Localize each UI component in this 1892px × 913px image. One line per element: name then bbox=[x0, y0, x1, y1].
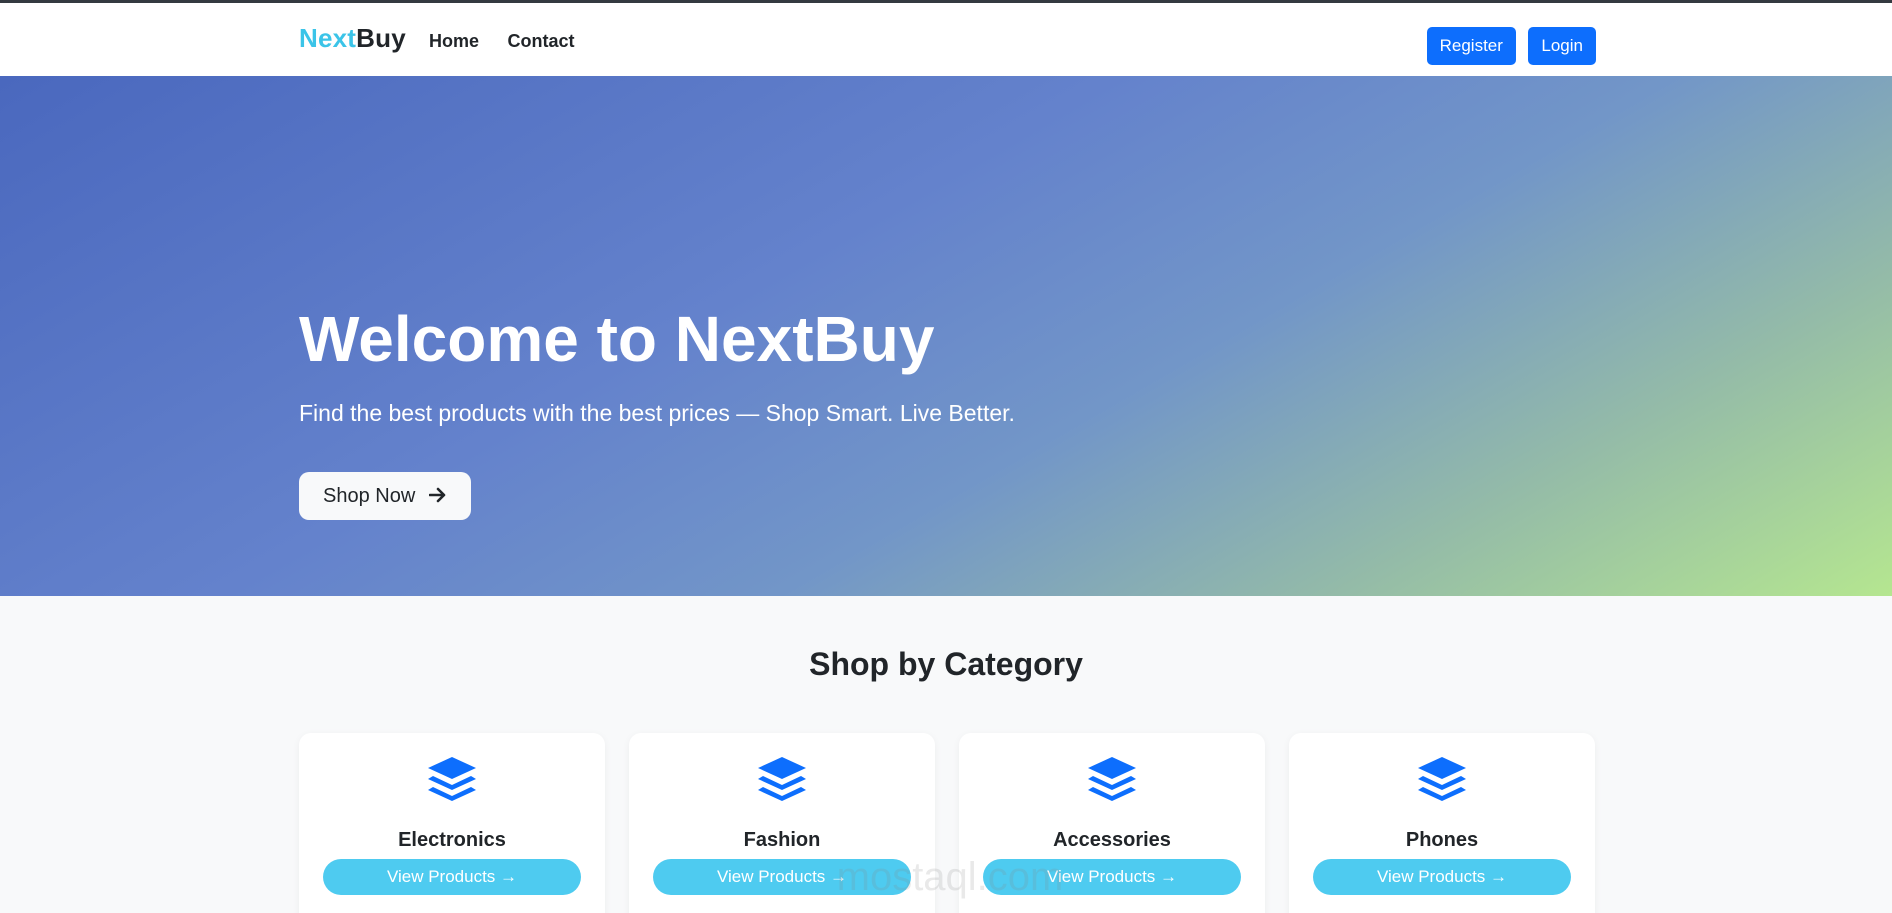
nav-link-home[interactable]: Home bbox=[429, 31, 479, 52]
layers-icon bbox=[629, 755, 935, 805]
view-products-button[interactable]: View Products → bbox=[983, 859, 1241, 895]
nav-links: Home Contact bbox=[429, 31, 598, 52]
categories-title: Shop by Category bbox=[809, 646, 1083, 682]
brand-logo[interactable]: NextBuy bbox=[299, 23, 406, 54]
layers-icon bbox=[1289, 755, 1595, 805]
view-products-button[interactable]: View Products → bbox=[653, 859, 911, 895]
hero-section: Welcome to NextBuy Find the best product… bbox=[0, 76, 1892, 596]
category-card-accessories: Accessories View Products → bbox=[959, 733, 1265, 913]
brand-part-1: Next bbox=[299, 23, 357, 53]
shop-now-button[interactable]: Shop Now bbox=[299, 472, 471, 520]
navbar: NextBuy Home Contact Register Login bbox=[0, 3, 1892, 76]
auth-buttons: Register Login bbox=[1419, 27, 1596, 65]
category-card-electronics: Electronics View Products → bbox=[299, 733, 605, 913]
shop-now-label: Shop Now bbox=[323, 485, 416, 507]
category-name: Electronics bbox=[398, 829, 506, 851]
category-card-phones: Phones View Products → bbox=[1289, 733, 1595, 913]
hero-subtitle: Find the best products with the best pri… bbox=[299, 400, 1015, 426]
category-name: Phones bbox=[1405, 829, 1479, 851]
categories-section: Shop by Category Electronics View Produc… bbox=[0, 596, 1892, 913]
brand-part-2: Buy bbox=[356, 23, 406, 53]
layers-icon bbox=[299, 755, 605, 805]
category-name: Fashion bbox=[743, 829, 821, 851]
nav-link-contact[interactable]: Contact bbox=[507, 31, 574, 52]
hero-title: Welcome to NextBuy bbox=[299, 303, 935, 375]
view-products-button[interactable]: View Products → bbox=[1313, 859, 1571, 895]
view-products-button[interactable]: View Products → bbox=[323, 859, 581, 895]
category-card-fashion: Fashion View Products → bbox=[629, 733, 935, 913]
arrow-right-icon bbox=[428, 472, 447, 520]
login-button[interactable]: Login bbox=[1528, 27, 1596, 65]
category-name: Accessories bbox=[1053, 829, 1171, 851]
register-button[interactable]: Register bbox=[1426, 27, 1516, 65]
layers-icon bbox=[959, 755, 1265, 805]
